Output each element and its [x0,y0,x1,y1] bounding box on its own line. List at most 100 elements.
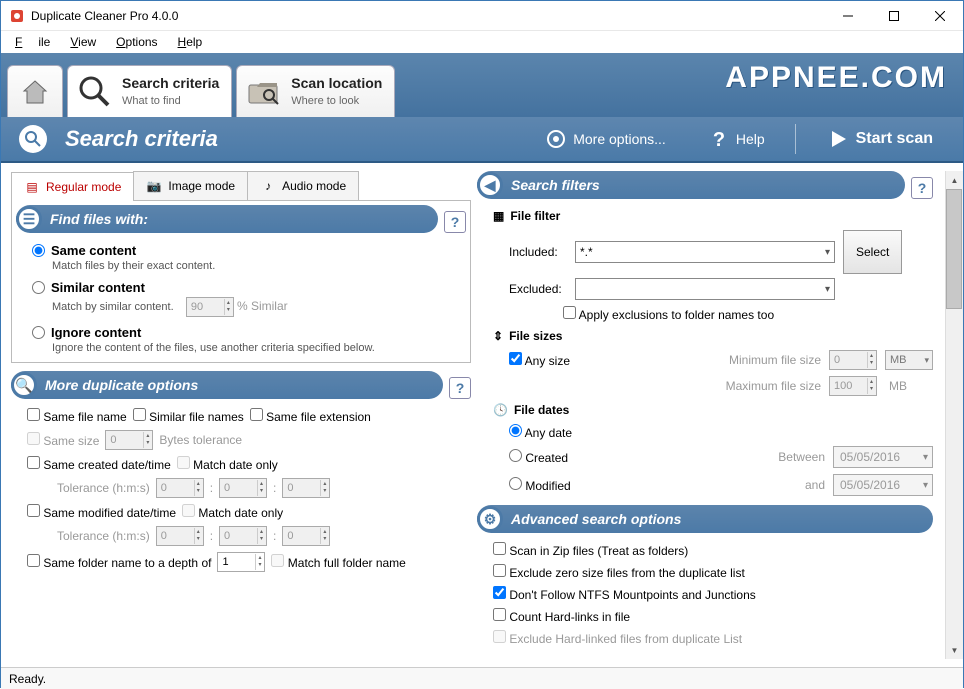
between-label: Between [778,450,825,464]
advanced-heading: ⚙ Advanced search options [477,505,933,533]
bytes-tolerance-label: Bytes tolerance [159,433,242,447]
tol-m-input[interactable]: 0 [219,478,267,498]
tolerance-label-2: Tolerance (h:m:s) [57,529,150,543]
search-criteria-tab[interactable]: Search criteriaWhat to find [67,65,232,117]
tab-regular-mode[interactable]: ▤Regular mode [11,172,134,201]
page-header: Search criteria More options... ? Help S… [1,117,963,163]
same-content-desc: Match files by their exact content. [52,260,458,272]
similar-content-radio[interactable]: Similar content [32,280,458,295]
select-button[interactable]: Select [843,230,902,274]
minimize-button[interactable] [825,1,871,31]
date-from-input[interactable]: 05/05/2016 [833,446,933,468]
find-files-heading: ☰ Find files with: [16,205,438,233]
scroll-up-icon[interactable]: ▲ [946,171,963,189]
tol-s-input-2[interactable]: 0 [282,526,330,546]
vertical-scrollbar[interactable]: ▲ ▼ [945,171,963,659]
home-button[interactable] [7,65,63,117]
magnifier-icon: 🔍 [11,372,37,398]
min-size-label: Minimum file size [729,353,821,367]
min-unit-select[interactable]: MB [885,350,933,370]
tolerance-label: Tolerance (h:m:s) [57,481,150,495]
max-size-label: Maximum file size [726,379,821,393]
tab-image-mode[interactable]: 📷Image mode [133,171,248,200]
app-icon [9,8,25,24]
ntfs-check[interactable]: Don't Follow NTFS Mountpoints and Juncti… [493,586,756,602]
menu-view[interactable]: View [62,33,104,51]
close-button[interactable] [917,1,963,31]
status-bar: Ready. [1,667,963,689]
match-date-only-check-2[interactable]: Match date only [182,504,283,520]
modified-radio[interactable]: Modified [509,477,571,493]
menubar: File View Options Help [1,31,963,53]
menu-options[interactable]: Options [108,33,165,51]
help-icon[interactable]: ? [911,177,933,199]
tol-s-input[interactable]: 0 [282,478,330,498]
menu-help[interactable]: Help [170,33,211,51]
date-to-input[interactable]: 05/05/2016 [833,474,933,496]
find-files-label: Find files with: [50,211,148,227]
ignore-content-desc: Ignore the content of the files, use ano… [52,342,458,354]
tol-h-input-2[interactable]: 0 [156,526,204,546]
more-duplicate-label: More duplicate options [45,377,198,393]
magnifier-icon [74,71,116,113]
start-scan-button[interactable]: Start scan [814,117,945,161]
pct-similar-label: % Similar [237,299,288,313]
more-options-label: More options... [573,131,666,147]
resize-icon: ⇕ [493,329,503,343]
same-modified-check[interactable]: Same modified date/time [27,504,176,520]
scroll-down-icon[interactable]: ▼ [946,641,963,659]
similar-pct-input[interactable]: 90 [186,297,234,317]
same-size-check[interactable]: Same size [27,432,99,448]
same-folder-check[interactable]: Same folder name to a depth of [27,554,211,570]
same-created-check[interactable]: Same created date/time [27,456,171,472]
mode-tabs: ▤Regular mode 📷Image mode ♪Audio mode [11,171,471,201]
ignore-content-radio[interactable]: Ignore content [32,325,458,340]
same-file-extension-check[interactable]: Same file extension [250,408,371,424]
max-size-input[interactable]: 100 [829,376,877,396]
included-label: Included: [509,245,567,259]
divider [795,124,796,154]
file-filter-heading: ▦ File filter [493,205,933,227]
same-size-value[interactable]: 0 [105,430,153,450]
created-radio[interactable]: Created [509,449,568,465]
same-file-name-check[interactable]: Same file name [27,408,127,424]
similar-file-names-check[interactable]: Similar file names [133,408,244,424]
any-date-radio[interactable]: Any date [509,424,572,440]
tab-audio-mode[interactable]: ♪Audio mode [247,171,359,200]
match-full-folder-check[interactable]: Match full folder name [271,554,405,570]
scan-location-tab[interactable]: Scan locationWhere to look [236,65,395,117]
help-button[interactable]: ? Help [696,117,777,161]
tol-h-input[interactable]: 0 [156,478,204,498]
max-unit-label: MB [885,379,933,393]
exclude-hardlinks-check[interactable]: Exclude Hard-linked files from duplicate… [493,630,742,646]
status-text: Ready. [9,672,46,686]
more-options-button[interactable]: More options... [533,117,678,161]
excluded-label: Excluded: [509,282,567,296]
included-combo[interactable]: *.* [575,241,835,263]
gear-icon [545,128,567,150]
help-icon[interactable]: ? [444,211,466,233]
folder-depth-input[interactable]: 1 [217,552,265,572]
scan-zip-check[interactable]: Scan in Zip files (Treat as folders) [493,542,688,558]
any-size-check[interactable]: Any size [509,352,570,368]
search-filters-label: Search filters [511,177,600,193]
search-filters-heading: ◀ Search filters [477,171,905,199]
apply-exclusions-check[interactable]: Apply exclusions to folder names too [563,306,774,322]
help-icon[interactable]: ? [449,377,471,399]
tab-regular-label: Regular mode [46,180,121,194]
match-date-only-check[interactable]: Match date only [177,456,278,472]
same-content-radio[interactable]: Same content [32,243,458,258]
menu-file[interactable]: File [7,33,58,51]
search-criteria-label: Search criteria [122,75,219,91]
watermark: APPNEE.COM [725,61,947,95]
excluded-combo[interactable] [575,278,835,300]
count-hardlinks-check[interactable]: Count Hard-links in file [493,608,630,624]
scrollbar-thumb[interactable] [946,189,962,309]
min-size-input[interactable]: 0 [829,350,877,370]
maximize-button[interactable] [871,1,917,31]
gear-icon: ⚙ [477,506,503,532]
titlebar: Duplicate Cleaner Pro 4.0.0 [1,1,963,31]
exclude-zero-check[interactable]: Exclude zero size files from the duplica… [493,564,745,580]
magnifier-icon [19,125,47,153]
tol-m-input-2[interactable]: 0 [219,526,267,546]
